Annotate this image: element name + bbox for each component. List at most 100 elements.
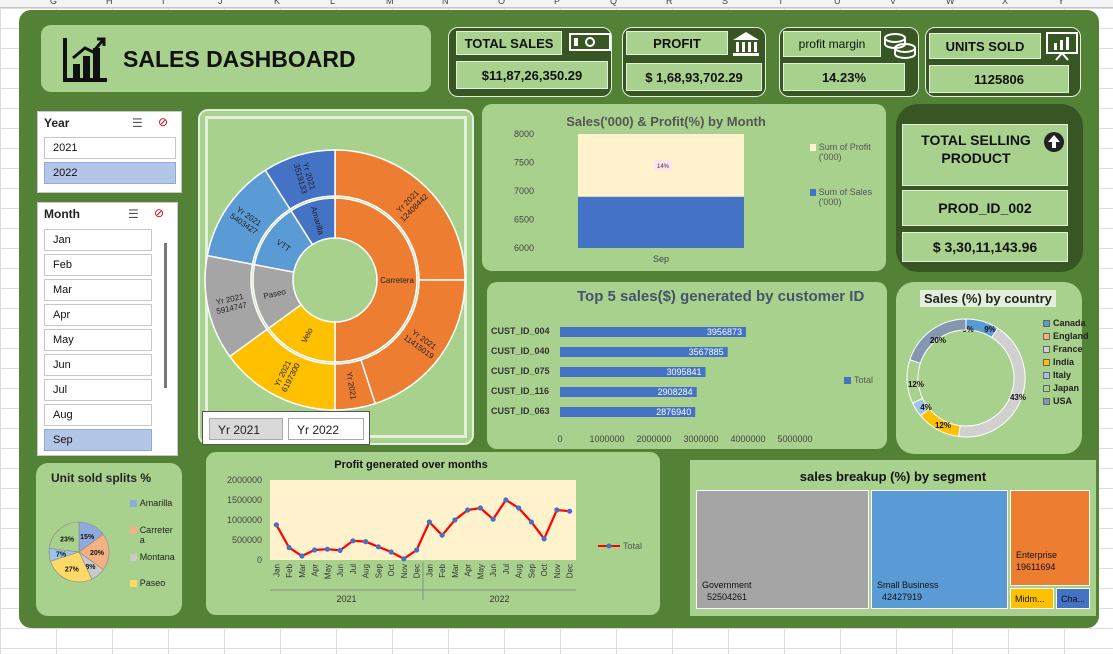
month-item-sep[interactable]: Sep bbox=[44, 429, 152, 451]
y-tick-label: 1500000 bbox=[227, 495, 262, 505]
x-tick-label: Apr bbox=[311, 564, 320, 577]
x-tick-label: Oct bbox=[540, 563, 549, 576]
sunburst-label: Carretera bbox=[380, 276, 414, 285]
legend-profit-label: Sum of Profit ('000) bbox=[818, 142, 871, 162]
selling-product-id: PROD_ID_002 bbox=[902, 190, 1068, 226]
segment-label: Government bbox=[702, 580, 752, 590]
top5-title: Top 5 sales($) generated by customer ID bbox=[577, 288, 865, 305]
month-item-jun[interactable]: Jun bbox=[44, 354, 152, 376]
month-item-mar[interactable]: Mar bbox=[44, 279, 152, 301]
x-tick-label: May bbox=[476, 564, 485, 579]
column-letter[interactable]: T bbox=[778, 0, 784, 6]
customer-label: CUST_ID_040 bbox=[491, 346, 550, 356]
profit-marker bbox=[541, 536, 547, 542]
profit-marker bbox=[401, 556, 407, 562]
presentation-icon bbox=[1046, 32, 1078, 61]
multi-select-icon[interactable]: ☰ bbox=[132, 116, 143, 130]
x-group-label: 2021 bbox=[336, 594, 356, 604]
column-letter[interactable]: L bbox=[330, 0, 335, 6]
multi-select-icon[interactable]: ☰ bbox=[128, 207, 139, 221]
x-tick-label: Feb bbox=[285, 563, 294, 577]
units-pct-label: 27% bbox=[65, 567, 80, 574]
legend-line-swatch bbox=[598, 543, 620, 549]
column-letter[interactable]: M bbox=[386, 0, 394, 6]
x-tick-label: Jan bbox=[272, 564, 281, 577]
country-legend-label: Japan bbox=[1053, 383, 1080, 393]
legend-sales: Sum of Sales ('000) bbox=[810, 187, 882, 207]
x-tick-label: 2000000 bbox=[636, 434, 671, 444]
year-item-2021[interactable]: 2021 bbox=[44, 137, 176, 159]
column-letter[interactable]: U bbox=[834, 0, 841, 6]
legend-swatch bbox=[1043, 397, 1050, 405]
y-tick-label: 7000 bbox=[514, 186, 534, 196]
clear-filter-icon[interactable]: ⊘ bbox=[154, 206, 164, 220]
month-item-jul[interactable]: Jul bbox=[44, 379, 152, 401]
column-letter[interactable]: P bbox=[554, 0, 560, 6]
x-tick-label: Mar bbox=[451, 564, 460, 578]
units-legend-item: Montana bbox=[130, 552, 176, 562]
bar-value-label: 2876940 bbox=[656, 407, 691, 417]
bar-value-label: 3567885 bbox=[689, 347, 724, 357]
year-item-2022[interactable]: 2022 bbox=[44, 162, 176, 184]
legend-swatch bbox=[1043, 358, 1050, 366]
column-letter[interactable]: I bbox=[162, 0, 165, 6]
country-pct-label: 12% bbox=[908, 380, 924, 389]
country-legend-label: Italy bbox=[1053, 370, 1072, 380]
selling-product-title: TOTAL SELLING PRODUCT bbox=[921, 132, 1031, 166]
profit-marker bbox=[286, 545, 292, 551]
country-legend-item: Japan bbox=[1043, 383, 1079, 393]
segment-tile: 19611694 Enterprise bbox=[1010, 490, 1090, 586]
column-letter[interactable]: W bbox=[946, 0, 955, 6]
month-item-aug[interactable]: Aug bbox=[44, 404, 152, 426]
month-item-apr[interactable]: Apr bbox=[44, 304, 152, 326]
profit-marker bbox=[516, 505, 522, 511]
segment-label: Midm... bbox=[1015, 594, 1045, 604]
segment-label: Enterprise bbox=[1016, 550, 1058, 560]
column-letter[interactable]: G bbox=[50, 0, 57, 6]
units-legend-item: Paseo bbox=[130, 578, 176, 588]
column-letter[interactable]: N bbox=[442, 0, 449, 6]
x-tick-label: Apr bbox=[464, 564, 473, 577]
clear-filter-icon[interactable]: ⊘ bbox=[158, 115, 168, 129]
profit-marker bbox=[426, 519, 432, 525]
column-letter[interactable]: V bbox=[890, 0, 896, 6]
month-scrollbar[interactable] bbox=[164, 243, 167, 388]
y-tick-label: 8000 bbox=[514, 129, 534, 139]
units-legend-label: Paseo bbox=[139, 578, 166, 588]
year-slicer: Year ☰ ⊘ 2021 2022 bbox=[37, 111, 182, 193]
column-letter[interactable]: O bbox=[498, 0, 505, 6]
country-title: Sales (%) by country bbox=[920, 290, 1056, 307]
legend-swatch bbox=[844, 376, 851, 384]
legend-swatch bbox=[130, 527, 137, 534]
month-item-jan[interactable]: Jan bbox=[44, 229, 152, 251]
x-tick-label: Dec bbox=[566, 564, 575, 578]
profit-marker bbox=[363, 539, 369, 545]
y-tick-label: 1000000 bbox=[227, 515, 262, 525]
column-letter[interactable]: J bbox=[218, 0, 223, 6]
x-tick-label: 0 bbox=[557, 434, 562, 444]
x-tick-label: Aug bbox=[362, 564, 371, 578]
country-legend-item: Italy bbox=[1043, 370, 1071, 380]
profit-margin-value: 14.23% bbox=[783, 63, 905, 91]
profit-marker bbox=[477, 505, 483, 511]
column-letter[interactable]: Y bbox=[1058, 0, 1064, 6]
yr-2022-button[interactable]: Yr 2022 bbox=[288, 418, 364, 440]
bank-icon bbox=[733, 32, 759, 56]
data-label: 14% bbox=[657, 164, 670, 170]
column-letter[interactable]: R bbox=[666, 0, 673, 6]
yr-2021-button[interactable]: Yr 2021 bbox=[209, 418, 283, 440]
units-legend-label: Carretera bbox=[139, 525, 173, 545]
top5-bar-chart: CUST_ID_004 3956873 CUST_ID_040 3567885 CUST… bbox=[491, 326, 813, 444]
sales-bar bbox=[578, 196, 744, 248]
month-item-may[interactable]: May bbox=[44, 329, 152, 351]
column-letter[interactable]: Q bbox=[610, 0, 617, 6]
column-letter[interactable]: H bbox=[106, 0, 113, 6]
column-letter[interactable]: X bbox=[1002, 0, 1008, 6]
bar-value-label: 3956873 bbox=[707, 327, 742, 337]
top5-legend-label: Total bbox=[854, 375, 874, 385]
month-item-feb[interactable]: Feb bbox=[44, 254, 152, 276]
column-letter[interactable]: S bbox=[722, 0, 728, 6]
column-letter[interactable]: K bbox=[274, 0, 280, 6]
y-tick-label: 6000 bbox=[514, 243, 534, 253]
x-tick-label: Jan bbox=[425, 564, 434, 577]
